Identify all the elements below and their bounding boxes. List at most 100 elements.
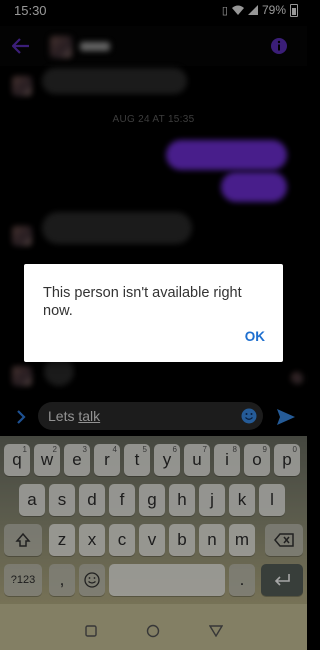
battery-percent: 79% (261, 3, 286, 17)
period-key[interactable]: . (229, 564, 255, 596)
status-icons: ▯ 79% (222, 3, 298, 17)
key-label: p (282, 450, 292, 469)
key-o[interactable]: 9o (244, 444, 270, 476)
key-label: u (192, 450, 202, 469)
back-icon[interactable] (209, 625, 223, 637)
comma-key[interactable]: , (49, 564, 75, 596)
key-t[interactable]: 5t (124, 444, 150, 476)
contact-avatar[interactable] (50, 36, 72, 58)
home-icon[interactable] (146, 624, 160, 638)
key-h[interactable]: h (169, 484, 195, 516)
key-m[interactable]: m (229, 524, 255, 556)
shift-key[interactable] (4, 524, 42, 556)
shift-icon (15, 532, 31, 547)
key-label: i (225, 450, 229, 469)
contact-name[interactable] (80, 42, 110, 51)
key-w[interactable]: 2w (34, 444, 60, 476)
key-label: c (117, 530, 127, 549)
dialog-message: This person isn't available right now. (43, 285, 242, 319)
key-v[interactable]: v (139, 524, 165, 556)
key-s[interactable]: s (49, 484, 75, 516)
sender-avatar (12, 366, 32, 386)
key-label: e (72, 450, 82, 469)
key-b[interactable]: b (169, 524, 195, 556)
key-j[interactable]: j (199, 484, 225, 516)
key-x[interactable]: x (79, 524, 105, 556)
key-label: x (87, 530, 97, 549)
ok-button[interactable]: OK (245, 329, 265, 344)
key-label: r (104, 450, 110, 469)
key-label: h (177, 490, 187, 509)
key-p[interactable]: 0p (274, 444, 300, 476)
back-arrow-icon[interactable] (12, 38, 30, 54)
key-f[interactable]: f (109, 484, 135, 516)
key-l[interactable]: l (259, 484, 285, 516)
key-label: d (87, 490, 97, 509)
battery-icon (290, 3, 298, 17)
key-label: w (40, 450, 54, 469)
key-label: a (27, 490, 37, 509)
key-y[interactable]: 6y (154, 444, 180, 476)
key-a[interactable]: a (19, 484, 45, 516)
alert-dialog: This person isn't available right now. O… (24, 264, 283, 362)
enter-icon (274, 574, 290, 586)
key-label: , (59, 570, 65, 589)
key-u[interactable]: 7u (184, 444, 210, 476)
key-label: k (237, 490, 247, 509)
info-icon[interactable] (270, 37, 288, 55)
vibrate-icon: ▯ (221, 4, 228, 17)
navigation-bar (0, 604, 307, 650)
enter-key[interactable] (261, 564, 303, 596)
message-input-text: Lets (48, 408, 79, 424)
key-e[interactable]: 3e (64, 444, 90, 476)
key-label: q (12, 450, 22, 469)
status-time: 15:30 (14, 3, 47, 18)
recents-icon[interactable] (85, 625, 97, 637)
signal-icon (247, 5, 258, 15)
key-c[interactable]: c (109, 524, 135, 556)
read-receipt-avatar (291, 372, 303, 384)
received-message[interactable] (42, 68, 187, 94)
key-label: l (270, 490, 274, 509)
expand-chevron-icon[interactable] (16, 410, 26, 424)
key-label: n (207, 530, 217, 549)
emoji-icon[interactable] (241, 408, 257, 424)
key-d[interactable]: d (79, 484, 105, 516)
symbols-key[interactable]: ?123 (4, 564, 42, 596)
key-label: b (177, 530, 187, 549)
date-divider: AUG 24 AT 15:35 (112, 114, 195, 125)
wifi-icon (231, 5, 244, 15)
key-label: v (147, 530, 157, 549)
key-r[interactable]: 4r (94, 444, 120, 476)
backspace-key[interactable] (265, 524, 303, 556)
key-label: o (252, 450, 262, 469)
message-input[interactable]: Lets talk (38, 402, 263, 430)
key-label: s (57, 490, 67, 509)
key-label: g (147, 490, 157, 509)
backspace-icon (274, 533, 294, 547)
key-label: f (119, 490, 125, 509)
sender-avatar (12, 226, 32, 246)
received-message[interactable] (42, 212, 192, 244)
status-bar: 15:30 ▯ 79% (0, 0, 307, 24)
sent-message[interactable] (221, 172, 287, 202)
key-z[interactable]: z (49, 524, 75, 556)
sent-message[interactable] (166, 140, 287, 170)
key-label: ?123 (10, 574, 36, 586)
send-icon[interactable] (276, 408, 296, 426)
space-key[interactable] (109, 564, 225, 596)
key-label: t (134, 450, 140, 469)
key-label: . (239, 570, 245, 589)
message-input-underlined-word: talk (78, 408, 101, 424)
key-q[interactable]: 1q (4, 444, 30, 476)
key-label: j (210, 490, 214, 509)
emoji-key-icon (84, 572, 100, 588)
key-i[interactable]: 8i (214, 444, 240, 476)
key-g[interactable]: g (139, 484, 165, 516)
sender-avatar (12, 76, 32, 96)
keyboard: 1q 2w 3e 4r 5t 6y 7u 8i 9o 0p a s d f g … (0, 436, 307, 604)
key-k[interactable]: k (229, 484, 255, 516)
key-label: m (234, 530, 250, 549)
key-n[interactable]: n (199, 524, 225, 556)
emoji-key[interactable] (79, 564, 105, 596)
